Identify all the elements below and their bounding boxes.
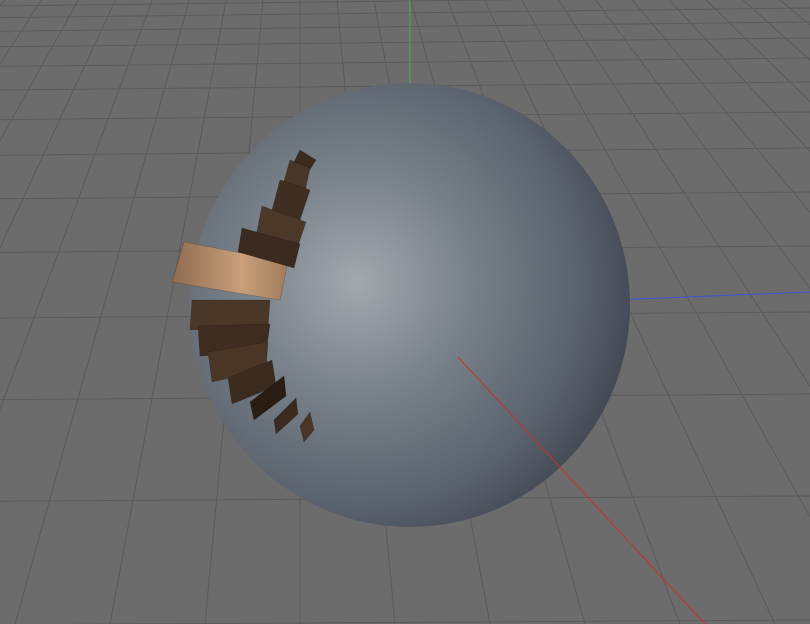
- grid-line: [0, 0, 210, 624]
- grid-line: [0, 7, 810, 19]
- viewport-canvas[interactable]: [0, 0, 810, 624]
- grid-line: [50, 619, 810, 624]
- grid-line: [0, 0, 527, 7]
- grid-line: [0, 21, 810, 32]
- 3d-viewport[interactable]: [0, 0, 810, 624]
- z-axis-line: [611, 291, 810, 301]
- grid-line: [0, 57, 810, 67]
- grid-line: [0, 37, 810, 48]
- grid-line: [0, 0, 219, 624]
